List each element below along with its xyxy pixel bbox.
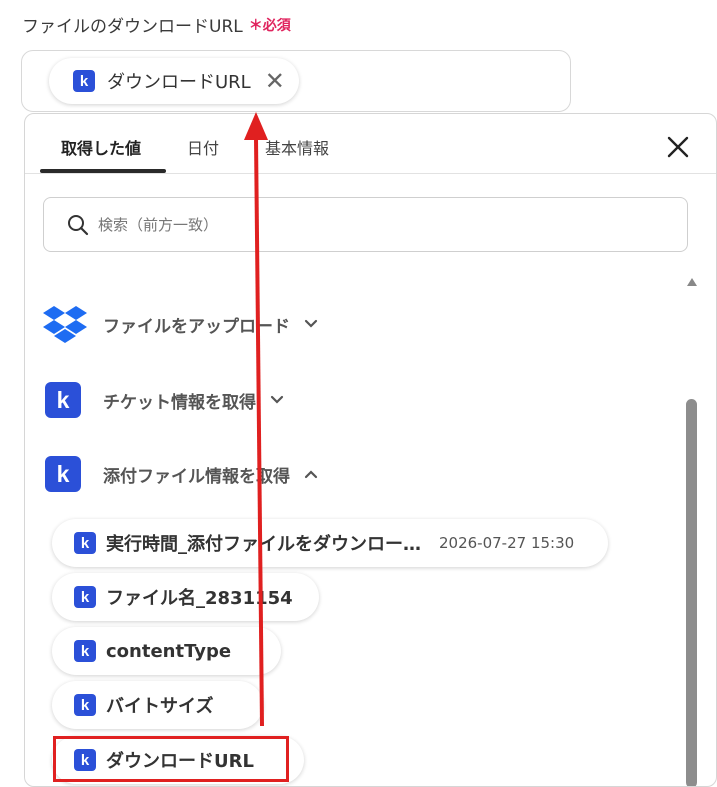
section-get-attachment-info[interactable]: k 添付ファイル情報を取得 <box>45 456 318 492</box>
chip-label: ダウンロードURL <box>107 72 251 93</box>
k-app-icon: k <box>74 640 96 662</box>
required-asterisk: ＊ <box>248 17 263 34</box>
section-label: チケット情報を取得 <box>103 392 256 413</box>
chevron-down-icon <box>270 395 284 404</box>
close-icon[interactable]: ✕ <box>265 69 285 93</box>
download-url-field[interactable]: k ダウンロードURL ✕ <box>21 50 571 112</box>
value-picker-panel: 取得した値 日付 基本情報 検索（前方一致） ファイルをアップロード k チケッ… <box>24 113 717 787</box>
item-label: バイトサイズ <box>106 696 214 717</box>
list-item[interactable]: k contentType <box>52 627 282 675</box>
list-item[interactable]: k 実行時間_添付ファイルをダウンロー… 2026-07-27 15:30 <box>52 519 609 567</box>
chevron-up-icon <box>304 470 318 479</box>
scrollbar-thumb[interactable] <box>686 399 697 786</box>
k-app-icon: k <box>74 586 96 608</box>
tab-date[interactable]: 日付 <box>187 135 219 159</box>
k-app-icon: k <box>74 694 96 716</box>
section-label: 添付ファイル情報を取得 <box>103 466 290 487</box>
active-tab-indicator <box>40 169 166 173</box>
k-app-icon: k <box>45 456 81 492</box>
section-get-ticket-info[interactable]: k チケット情報を取得 <box>45 382 284 418</box>
section-label: ファイルをアップロード <box>103 316 290 337</box>
required-badge: ＊必須 <box>249 15 291 35</box>
close-icon[interactable] <box>665 134 691 160</box>
item-value: 2026-07-27 15:30 <box>439 534 575 552</box>
list-item[interactable]: k バイトサイズ <box>52 681 264 729</box>
selected-value-chip[interactable]: k ダウンロードURL ✕ <box>49 58 299 104</box>
search-icon <box>68 214 89 235</box>
dropbox-icon <box>43 306 87 343</box>
field-label: ファイルのダウンロードURL ＊必須 <box>22 12 291 37</box>
tab-bar: 取得した値 日付 基本情報 <box>25 114 716 174</box>
k-app-icon: k <box>73 70 95 92</box>
field-label-text: ファイルのダウンロードURL <box>22 17 243 37</box>
item-label: 実行時間_添付ファイルをダウンロー… <box>106 534 421 555</box>
k-app-icon: k <box>45 382 81 418</box>
k-app-icon: k <box>74 532 96 554</box>
list-item[interactable]: k ファイル名_2831154 <box>52 573 319 621</box>
item-label: ファイル名_2831154 <box>106 588 293 609</box>
section-upload-file[interactable]: ファイルをアップロード <box>43 305 318 343</box>
required-text: 必須 <box>262 17 291 34</box>
scroll-up-arrow[interactable] <box>687 278 697 286</box>
annotation-highlight-box <box>53 736 289 782</box>
tab-acquired-values[interactable]: 取得した値 <box>61 135 141 159</box>
search-input[interactable]: 検索（前方一致） <box>43 197 688 252</box>
tab-basic-info[interactable]: 基本情報 <box>265 135 329 159</box>
item-label: contentType <box>106 640 232 662</box>
chevron-down-icon <box>304 319 318 328</box>
search-placeholder: 検索（前方一致） <box>98 216 219 234</box>
